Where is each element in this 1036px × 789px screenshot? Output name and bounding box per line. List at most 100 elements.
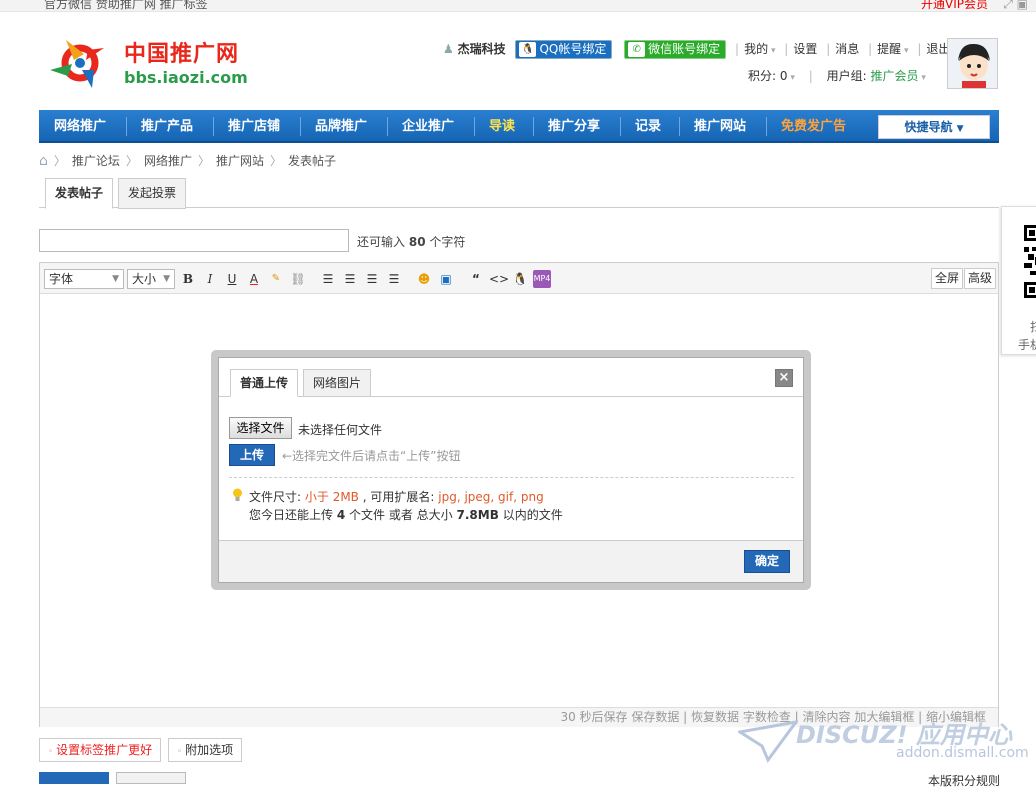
code-icon[interactable]: <> <box>489 270 509 288</box>
tab-web-image[interactable]: 网络图片 <box>303 369 372 397</box>
lightbulb-icon <box>233 488 242 501</box>
nav-item-shops[interactable]: 推广店铺 <box>228 110 280 143</box>
user-menu: ♟ 杰瑞科技 🐧 QQ帐号绑定 ✆ 微信账号绑定 | 我的 ▾ | 设置 | 消息 | 提醒… <box>443 40 950 59</box>
qr-text-1: 扫 <box>1030 318 1036 335</box>
wechat-icon: ✆ <box>628 42 646 57</box>
divider <box>229 477 794 478</box>
user-icon: ♟ <box>443 42 454 56</box>
upload-button[interactable]: 上传 <box>229 444 275 466</box>
subject-remaining: 还可输入 80 个字符 <box>357 233 465 250</box>
set-tags-button[interactable]: ◦ 设置标签推广更好 <box>39 738 162 762</box>
site-logo[interactable]: 中国推广网 bbs.iaozi.com <box>44 30 248 96</box>
image-icon[interactable]: ▣ <box>437 270 455 288</box>
qq-icon: 🐧 <box>519 42 537 57</box>
save-draft-button[interactable] <box>116 772 186 784</box>
avatar[interactable] <box>947 38 998 89</box>
post-type-tabs: 发表帖子 发起投票 <box>39 177 999 209</box>
vip-link[interactable]: 开通VIP会员 <box>921 0 988 11</box>
top-links[interactable]: 官方微信 赞助推广网 推广标签 <box>44 0 208 11</box>
nav-item-products[interactable]: 推广产品 <box>141 110 193 143</box>
upload-dialog-tabs: 普通上传 网络图片 × <box>219 358 803 397</box>
file-size-info: 文件尺寸: 小于 2MB , 可用扩展名: jpg, jpeg, gif, pn… <box>249 488 544 505</box>
extra-options-label: 附加选项 <box>185 743 234 757</box>
top-icons[interactable]: ⤢ ▣ <box>1003 0 1028 11</box>
breadcrumb-current: 发表帖子 <box>288 154 337 168</box>
upload-dialog-footer: 确定 <box>219 540 803 582</box>
align-right-icon[interactable]: ☰ <box>363 270 381 288</box>
quota-mid: 个文件 或者 总大小 <box>349 508 453 522</box>
list-icon[interactable]: ☰ <box>385 270 403 288</box>
points-label[interactable]: 积分: 0 <box>748 69 788 83</box>
quota-size: 7.8MB <box>456 508 499 522</box>
close-icon[interactable]: × <box>775 369 793 387</box>
quote-icon[interactable]: “ <box>467 270 485 288</box>
qr-text-2: 手机 <box>1018 338 1036 352</box>
menu-settings[interactable]: 设置 <box>793 42 817 56</box>
tab-normal-upload[interactable]: 普通上传 <box>230 369 299 397</box>
menu-messages[interactable]: 消息 <box>835 42 859 56</box>
username[interactable]: 杰瑞科技 <box>458 42 506 56</box>
home-icon[interactable]: ⌂ <box>39 153 48 169</box>
quota-prefix: 您今日还能上传 <box>249 508 334 522</box>
submit-button[interactable] <box>39 772 109 784</box>
qr-code-icon <box>1024 225 1036 298</box>
main-nav: 网络推广 推广产品 推广店铺 品牌推广 企业推广 导读 推广分享 记录 推广网站… <box>39 110 999 143</box>
group-label: 用户组: <box>826 69 867 83</box>
logo-icon <box>50 40 104 88</box>
wechat-bind-label: 微信账号绑定 <box>648 42 721 56</box>
qq-bind-button[interactable]: 🐧 QQ帐号绑定 <box>515 40 613 59</box>
italic-icon[interactable]: I <box>201 270 219 288</box>
align-center-icon[interactable]: ☰ <box>341 270 359 288</box>
tab-post[interactable]: 发表帖子 <box>45 178 114 209</box>
highlight-icon[interactable]: ✎ <box>267 270 285 288</box>
tab-poll[interactable]: 发起投票 <box>118 178 187 209</box>
link-icon[interactable]: ⛓ <box>289 270 307 288</box>
quota-info: 您今日还能上传 4 个文件 或者 总大小 7.8MB 以内的文件 <box>249 506 563 523</box>
nav-item-network[interactable]: 网络推广 <box>54 110 106 143</box>
nav-item-share[interactable]: 推广分享 <box>548 110 600 143</box>
font-select[interactable]: 字体 ▼ <box>44 269 124 289</box>
underline-icon[interactable]: U <box>223 270 241 288</box>
top-bar: 官方微信 赞助推广网 推广标签 开通VIP会员 ⤢ ▣ <box>0 0 1036 12</box>
nav-item-websites[interactable]: 推广网站 <box>694 110 746 143</box>
chevron-down-icon: ▼ <box>112 274 119 284</box>
menu-my[interactable]: 我的 <box>744 42 768 56</box>
mp4-icon[interactable]: MP4 <box>533 270 551 288</box>
user-stats: 积分: 0 ▾ | 用户组: 推广会员 ▾ <box>748 69 926 83</box>
ext-value: jpg, jpeg, gif, png <box>438 490 544 504</box>
smiley-icon[interactable]: ☻ <box>415 270 433 288</box>
wechat-bind-button[interactable]: ✆ 微信账号绑定 <box>624 40 727 59</box>
qr-code-panel[interactable]: 扫 手机 <box>1001 206 1036 355</box>
ok-button[interactable]: 确定 <box>744 550 790 573</box>
logo-text-en: bbs.iaozi.com <box>124 68 248 87</box>
editor-toolbar: 字体 ▼ 大小 ▼ B I U A ✎ ⛓ ☰ ☰ ☰ ☰ ☻ ▣ “ <> 🐧 M… <box>40 263 998 294</box>
choose-file-button[interactable]: 选择文件 <box>229 417 292 439</box>
size-label: 文件尺寸: <box>249 490 302 504</box>
forum-rules-link[interactable]: 本版积分规则 <box>928 772 1000 789</box>
nav-item-guide[interactable]: 导读 <box>489 110 515 143</box>
bold-icon[interactable]: B <box>179 270 197 288</box>
align-left-icon[interactable]: ☰ <box>319 270 337 288</box>
nav-item-enterprise[interactable]: 企业推广 <box>402 110 454 143</box>
nav-item-free-ads[interactable]: 免费发广告 <box>781 110 846 143</box>
quota-count: 4 <box>336 508 346 522</box>
menu-reminders[interactable]: 提醒 <box>877 42 901 56</box>
watermark: DISCUZ! 应用中心 addon.dismall.com <box>738 715 1029 770</box>
quick-nav-button[interactable]: 快捷导航 ▼ <box>878 115 990 139</box>
nav-item-records[interactable]: 记录 <box>635 110 661 143</box>
fullscreen-button[interactable]: 全屏 <box>931 268 964 289</box>
remaining-prefix: 还可输入 <box>357 235 406 249</box>
breadcrumb-network[interactable]: 网络推广 <box>144 154 192 168</box>
extra-options-button[interactable]: ◦ 附加选项 <box>168 738 243 762</box>
nav-item-brand[interactable]: 品牌推广 <box>315 110 367 143</box>
breadcrumb-forum[interactable]: 推广论坛 <box>72 154 120 168</box>
font-color-icon[interactable]: A <box>245 270 263 288</box>
size-select[interactable]: 大小 ▼ <box>127 269 175 289</box>
qq-icon[interactable]: 🐧 <box>511 270 529 288</box>
subject-input[interactable] <box>39 229 349 252</box>
no-file-label: 未选择任何文件 <box>298 423 383 437</box>
quota-suffix: 以内的文件 <box>502 508 563 522</box>
breadcrumb-websites[interactable]: 推广网站 <box>216 154 264 168</box>
advanced-button[interactable]: 高级 <box>964 268 997 289</box>
group-value[interactable]: 推广会员 <box>870 69 918 83</box>
